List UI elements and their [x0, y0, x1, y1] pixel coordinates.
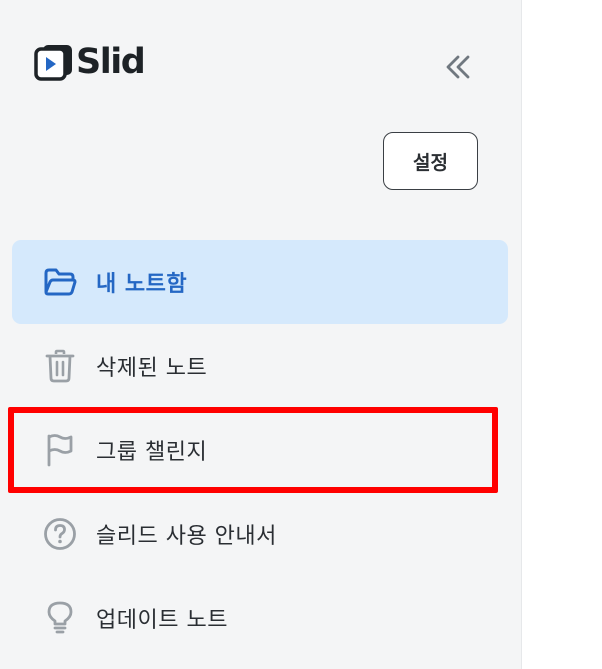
- sidebar-item-label: 업데이트 노트: [96, 608, 228, 633]
- help-circle-icon: [42, 516, 78, 552]
- main-content: [522, 0, 602, 669]
- double-chevron-left-icon: [446, 55, 470, 79]
- app-name: Slid: [76, 42, 146, 82]
- sidebar: Slid 설정 내 노트함 삭제된 노트 그룹 챌린지 슬리드 사용 안내서 업…: [0, 0, 522, 669]
- folder-icon: [42, 264, 78, 300]
- sidebar-item-label: 그룹 챌린지: [96, 440, 208, 465]
- lightbulb-icon: [42, 600, 78, 636]
- settings-button[interactable]: 설정: [383, 132, 478, 190]
- app-logo[interactable]: Slid: [34, 42, 146, 82]
- sidebar-item-my-notes[interactable]: 내 노트함: [12, 240, 508, 324]
- sidebar-item-label: 내 노트함: [96, 272, 188, 297]
- sidebar-item-deleted-notes[interactable]: 삭제된 노트: [12, 324, 508, 408]
- play-logo-icon: [34, 45, 72, 81]
- sidebar-item-guide[interactable]: 슬리드 사용 안내서: [12, 492, 508, 576]
- trash-icon: [42, 348, 78, 384]
- sidebar-nav: 내 노트함 삭제된 노트 그룹 챌린지 슬리드 사용 안내서 업데이트 노트: [12, 240, 508, 660]
- sidebar-item-update-notes[interactable]: 업데이트 노트: [12, 576, 508, 660]
- sidebar-item-group-challenge[interactable]: 그룹 챌린지: [12, 408, 508, 492]
- flag-icon: [42, 432, 78, 468]
- sidebar-item-label: 삭제된 노트: [96, 356, 208, 381]
- collapse-sidebar-button[interactable]: [440, 50, 476, 84]
- sidebar-item-label: 슬리드 사용 안내서: [96, 524, 277, 549]
